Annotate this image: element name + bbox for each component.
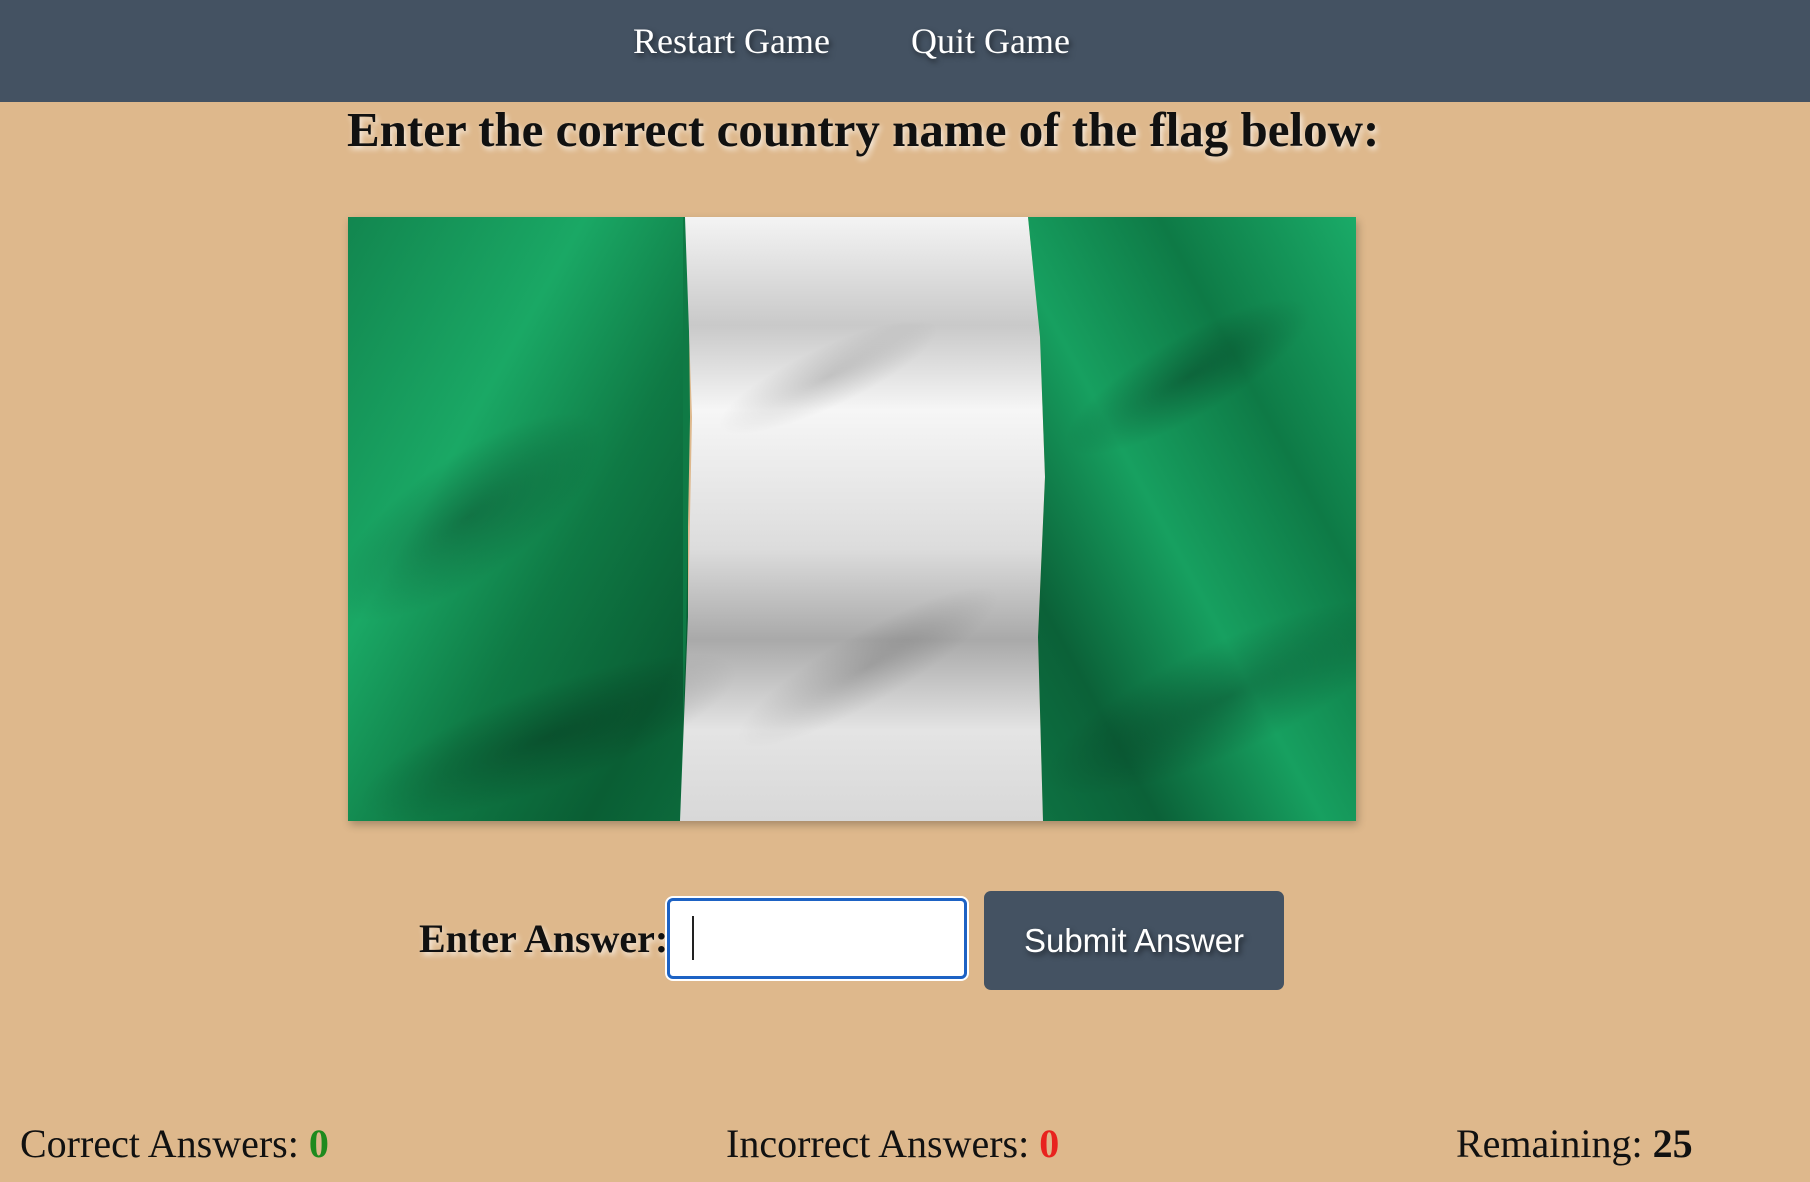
flag-svg	[348, 217, 1356, 821]
submit-answer-button[interactable]: Submit Answer	[984, 891, 1284, 990]
restart-game-link[interactable]: Restart Game	[633, 20, 830, 62]
remaining-label: Remaining:	[1456, 1121, 1643, 1166]
correct-answers-stat: Correct Answers: 0	[20, 1120, 329, 1168]
question-prompt: Enter the correct country name of the fl…	[347, 102, 1380, 157]
top-nav-bar: Restart Game Quit Game	[0, 0, 1810, 102]
flag-stripe-center	[680, 217, 1045, 821]
answer-input[interactable]	[667, 898, 967, 979]
correct-answers-count: 0	[308, 1121, 329, 1166]
correct-answers-label: Correct Answers:	[20, 1121, 299, 1166]
incorrect-answers-stat: Incorrect Answers: 0	[726, 1120, 1059, 1168]
flag-image	[348, 217, 1356, 821]
answer-label: Enter Answer:	[419, 916, 669, 961]
remaining-stat: Remaining: 25	[1456, 1120, 1693, 1168]
remaining-count: 25	[1652, 1121, 1693, 1166]
text-caret	[692, 916, 694, 960]
incorrect-answers-label: Incorrect Answers:	[726, 1121, 1030, 1166]
incorrect-answers-count: 0	[1039, 1121, 1060, 1166]
quit-game-link[interactable]: Quit Game	[911, 20, 1070, 62]
